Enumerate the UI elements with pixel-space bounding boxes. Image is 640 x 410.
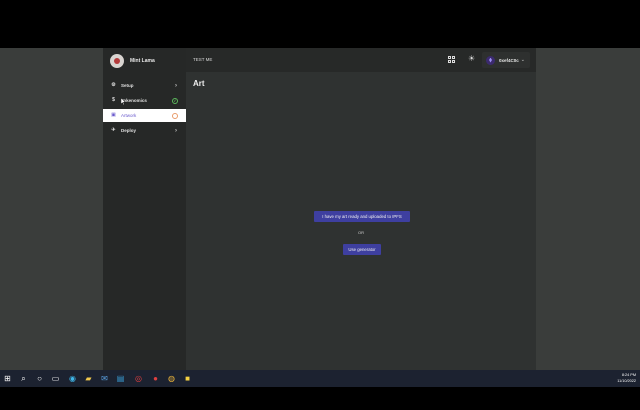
image-icon: ▣ (111, 112, 116, 118)
chrome-icon[interactable]: ◍ (167, 374, 176, 383)
chevron-down-icon: ⌄ (520, 57, 525, 63)
widgets-icon[interactable]: ▭ (51, 374, 60, 383)
sidebar-item-label: Setup (121, 83, 134, 88)
check-icon: ✓ (172, 97, 178, 104)
incomplete-icon (172, 112, 178, 119)
edge-browser-icon[interactable]: ◉ (68, 374, 77, 383)
dollar-icon: $ (112, 97, 115, 103)
mail-icon[interactable]: ✉ (100, 374, 109, 383)
screen-recorder-icon[interactable]: ◎ (134, 374, 143, 383)
sidebar-item-deploy[interactable]: ✈ Deploy › (103, 124, 186, 137)
mouse-cursor-icon (121, 98, 126, 105)
sun-icon[interactable]: ☀ (468, 54, 475, 64)
gear-icon: ⚙ (111, 82, 116, 88)
windows-start-icon[interactable]: ⊞ (3, 374, 12, 383)
sidebar-item-label: Artwork (121, 113, 137, 118)
profile-name: Mint Lama (130, 58, 155, 64)
task-view-icon[interactable]: ○ (35, 374, 44, 383)
sidebar-item-tokenomics[interactable]: $ Tokenomics ✓ (103, 94, 186, 107)
taskbar: ⊞ ⌕ ○ ▭ ◉ ▰ ✉ ▤ ◎ ● ◍ ■ 8:24 PM 11/10/20… (0, 370, 640, 387)
screen: Mint Lama ⚙ Setup › $ Tokenomics ✓ ▣ Art… (0, 48, 640, 370)
taskbar-clock[interactable]: 8:24 PM 11/10/2022 (617, 372, 636, 384)
wallet-button[interactable]: 0xef4C0c ⌄ (482, 52, 530, 68)
use-generator-button[interactable]: Use generator (343, 244, 381, 255)
sidebar: Mint Lama ⚙ Setup › $ Tokenomics ✓ ▣ Art… (103, 48, 186, 370)
rocket-icon: ✈ (111, 127, 116, 133)
clock-date: 11/10/2022 (617, 379, 636, 383)
page-title: Art (193, 79, 205, 88)
search-icon[interactable]: ⌕ (19, 374, 28, 383)
avatar (110, 54, 124, 68)
chevron-right-icon: › (175, 82, 177, 89)
upload-ipfs-button[interactable]: I have my art ready and uploaded to IPFS (314, 211, 410, 222)
microphone-icon[interactable]: ● (151, 374, 160, 383)
sidebar-item-label: Deploy (121, 128, 137, 133)
store-icon[interactable]: ▤ (116, 374, 125, 383)
profile[interactable]: Mint Lama (110, 53, 155, 69)
sticky-notes-icon[interactable]: ■ (183, 374, 192, 383)
grid-icon[interactable] (448, 56, 455, 63)
topbar: TEST ME ☀ 0xef4C0c ⌄ (186, 48, 536, 72)
sidebar-item-setup[interactable]: ⚙ Setup › (103, 79, 186, 92)
or-divider: OR (358, 230, 364, 235)
sidebar-item-artwork[interactable]: ▣ Artwork (103, 109, 186, 122)
app-window: Mint Lama ⚙ Setup › $ Tokenomics ✓ ▣ Art… (103, 48, 536, 370)
wallet-address: 0xef4C0c (499, 57, 519, 63)
file-explorer-icon[interactable]: ▰ (84, 374, 93, 383)
chevron-right-icon: › (175, 127, 177, 134)
ethereum-icon (486, 55, 495, 65)
project-title: TEST ME (193, 57, 213, 62)
